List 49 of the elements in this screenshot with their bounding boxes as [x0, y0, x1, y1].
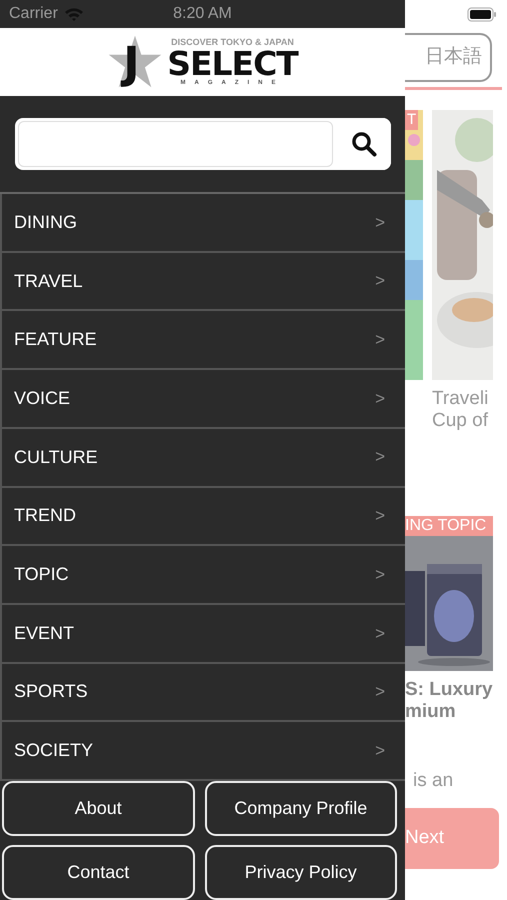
menu-item[interactable]: TREND >: [0, 488, 405, 546]
chevron-icon: >: [375, 738, 385, 764]
menu-item[interactable]: TOPIC >: [0, 546, 405, 605]
category-tag: ING TOPIC: [405, 516, 493, 536]
menu-label: DINING: [14, 210, 77, 234]
menu-label: VOICE: [14, 386, 70, 410]
chevron-icon: >: [375, 386, 385, 412]
footer-link-button[interactable]: Contact: [2, 845, 194, 900]
menu-item[interactable]: CULTURE >: [0, 428, 405, 488]
logo-name: SELECT: [167, 47, 298, 80]
menu-item[interactable]: VOICE >: [0, 370, 405, 429]
menu-label: SPORTS: [14, 680, 88, 704]
chevron-icon: >: [375, 444, 385, 470]
chevron-icon: >: [375, 327, 385, 352]
chevron-icon: >: [375, 503, 385, 529]
footer-link-button[interactable]: Company Profile: [204, 781, 397, 836]
carrier-name: Carrier: [9, 4, 58, 24]
menu-item[interactable]: TRAVEL >: [0, 252, 405, 312]
search-icon: [350, 131, 376, 157]
search-field[interactable]: [15, 118, 391, 170]
menu-label: EVENT: [14, 622, 74, 645]
menu-label: TOPIC: [14, 563, 69, 586]
menu-item[interactable]: EVENT >: [0, 604, 405, 664]
menu-item[interactable]: FEATURE >: [0, 311, 405, 370]
menu-item[interactable]: SOCIETY >: [0, 722, 405, 781]
logo-initial: J: [123, 42, 140, 86]
footer-link-button[interactable]: Privacy Policy: [204, 845, 397, 900]
wifi-icon: [64, 7, 84, 21]
menu-label: CULTURE: [14, 446, 98, 469]
star-icon: [107, 34, 164, 90]
article-title: Traveli Cup of: [432, 388, 490, 432]
battery-icon: [467, 6, 497, 22]
category-tag: T: [405, 110, 418, 130]
menu-label: TREND: [14, 504, 76, 528]
menu-item[interactable]: DINING >: [0, 194, 405, 253]
logo-tagline: DISCOVER TOKYO & JAPAN: [171, 38, 294, 47]
menu-label: FEATURE: [14, 328, 97, 352]
chevron-icon: >: [375, 210, 385, 236]
clock-time: 8:20 AM: [173, 5, 232, 22]
chevron-icon: >: [375, 679, 385, 705]
footer-link-button[interactable]: About: [2, 781, 194, 836]
article-title: S: Luxury mium: [405, 679, 494, 723]
article-excerpt: is an: [413, 769, 454, 793]
chevron-icon: >: [375, 620, 385, 646]
menu-item[interactable]: SPORTS >: [0, 664, 405, 722]
chevron-icon: >: [375, 268, 385, 294]
chevron-icon: >: [375, 562, 385, 588]
menu-label: SOCIETY: [14, 739, 94, 762]
menu-label: TRAVEL: [14, 270, 83, 293]
